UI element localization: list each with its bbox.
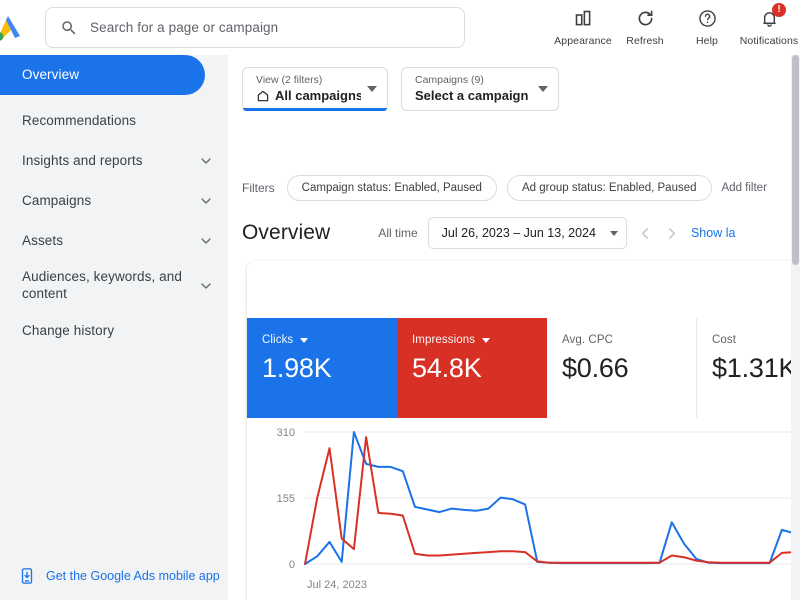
notifications-button[interactable]: ! Notifications	[738, 2, 800, 47]
sidebar-item-label: Change history	[22, 322, 115, 338]
metric-label: Cost	[711, 334, 737, 346]
metric-label: Clicks	[262, 334, 294, 346]
google-ads-logo[interactable]	[0, 8, 28, 48]
metric-value: $0.66	[561, 353, 629, 383]
sidebar-item-campaigns[interactable]: Campaigns	[0, 181, 228, 221]
campaign-dropdown-sublabel: Campaigns (9)	[415, 73, 484, 86]
metric-card-avg-cpc[interactable]: Avg. CPC $0.66	[547, 318, 697, 418]
help-button[interactable]: Help	[676, 2, 738, 47]
sidebar-item-label: Assets	[22, 232, 64, 248]
notifications-label: Notifications	[739, 35, 799, 47]
main-content: View (2 filters) All campaigns Campaigns…	[228, 55, 800, 600]
campaign-dropdown[interactable]: Campaigns (9) Select a campaign	[401, 67, 559, 111]
sidebar-item-label: Recommendations	[22, 112, 137, 128]
chevron-down-icon	[367, 86, 377, 92]
page-title: Overview	[242, 221, 331, 244]
add-filter-button[interactable]: Add filter	[722, 182, 767, 194]
filters-bar: Filters Campaign status: Enabled, Paused…	[242, 175, 767, 201]
chevron-down-icon	[482, 337, 491, 343]
scrollbar-thumb[interactable]	[792, 55, 799, 265]
appearance-label: Appearance	[554, 35, 612, 47]
refresh-label: Refresh	[626, 35, 664, 47]
campaign-dropdown-value: Select a campaign	[415, 87, 529, 103]
sidebar-item-label: Campaigns	[22, 192, 92, 208]
metric-card-cost[interactable]: Cost $1.31K	[697, 318, 800, 418]
svg-text:310: 310	[277, 427, 295, 439]
sidebar-item-label: Insights and reports	[22, 152, 143, 168]
metric-value: $1.31K	[711, 353, 797, 383]
help-icon	[697, 6, 718, 30]
sidebar-item-recommendations[interactable]: Recommendations	[0, 101, 228, 141]
mobile-phone-download-icon	[18, 567, 36, 585]
search-input[interactable]: Search for a page or campaign	[45, 7, 465, 48]
next-period-button[interactable]	[659, 220, 685, 246]
chevron-down-icon	[609, 230, 618, 236]
filter-chip-ad-group-status[interactable]: Ad group status: Enabled, Paused	[506, 175, 712, 201]
top-header: Search for a page or campaign Appearance…	[0, 0, 800, 55]
search-icon	[60, 19, 78, 37]
sidebar-item-audiences-keywords-and-content[interactable]: Audiences, keywords, and content	[0, 261, 228, 311]
chevron-down-icon	[198, 193, 214, 209]
date-range-picker[interactable]: Jul 26, 2023 – Jun 13, 2024	[427, 217, 627, 249]
overview-metrics-card: Clicks 1.98K Impressions 54.8K Avg. CPC …	[247, 261, 800, 600]
chevron-down-icon	[198, 233, 214, 249]
show-last-link[interactable]: Show la	[691, 226, 735, 240]
filter-dropdowns: View (2 filters) All campaigns Campaigns…	[242, 67, 559, 111]
home-icon	[256, 89, 270, 103]
performance-line-chart[interactable]: 0 155 310 Jul 24, 2023	[247, 418, 800, 600]
appearance-button[interactable]: Appearance	[552, 2, 614, 47]
metric-card-clicks[interactable]: Clicks 1.98K	[247, 318, 397, 418]
filter-chip-campaign-status[interactable]: Campaign status: Enabled, Paused	[286, 175, 497, 201]
metric-label: Avg. CPC	[561, 334, 614, 346]
sidebar-item-insights-and-reports[interactable]: Insights and reports	[0, 141, 228, 181]
metric-label: Impressions	[411, 334, 476, 346]
chevron-down-icon	[198, 153, 214, 169]
sidebar-item-label: Overview	[22, 66, 80, 82]
view-dropdown-value: All campaigns	[275, 87, 361, 103]
appearance-icon	[573, 6, 594, 30]
chevron-down-icon	[538, 86, 548, 92]
refresh-button[interactable]: Refresh	[614, 2, 676, 47]
page-title-row: Overview All time Jul 26, 2023 – Jun 13,…	[242, 215, 800, 251]
metric-value: 1.98K	[262, 353, 332, 383]
view-dropdown-sublabel: View (2 filters)	[256, 73, 323, 86]
mobile-app-link[interactable]: Get the Google Ads mobile app	[0, 560, 228, 592]
notifications-badge: !	[772, 3, 786, 17]
sidebar-item-label: Audiences, keywords, and content	[22, 269, 182, 301]
filters-label: Filters	[242, 181, 275, 195]
header-actions: Appearance Refresh Help ! Notifications	[552, 2, 800, 47]
refresh-icon	[635, 6, 656, 30]
view-dropdown[interactable]: View (2 filters) All campaigns	[242, 67, 388, 111]
svg-text:Jul 24, 2023: Jul 24, 2023	[307, 579, 367, 591]
sidebar-item-assets[interactable]: Assets	[0, 221, 228, 261]
previous-period-button[interactable]	[633, 220, 659, 246]
page-scrollbar[interactable]	[791, 55, 800, 600]
mobile-app-label: Get the Google Ads mobile app	[46, 569, 220, 583]
sidebar-item-overview[interactable]: Overview	[0, 55, 205, 95]
svg-text:0: 0	[289, 559, 295, 571]
help-label: Help	[696, 35, 718, 47]
chevron-down-icon	[300, 337, 309, 343]
metric-card-impressions[interactable]: Impressions 54.8K	[396, 318, 547, 418]
search-placeholder: Search for a page or campaign	[90, 20, 279, 35]
sidebar-item-change-history[interactable]: Change history	[0, 311, 228, 351]
metric-cards: Clicks 1.98K Impressions 54.8K Avg. CPC …	[247, 318, 800, 418]
date-preset-label: All time	[378, 226, 418, 240]
svg-text:155: 155	[277, 493, 295, 505]
metric-value: 54.8K	[411, 353, 482, 383]
chevron-down-icon	[198, 278, 214, 294]
sidebar: Overview Recommendations Insights and re…	[0, 55, 228, 600]
date-range-value: Jul 26, 2023 – Jun 13, 2024	[441, 226, 596, 240]
